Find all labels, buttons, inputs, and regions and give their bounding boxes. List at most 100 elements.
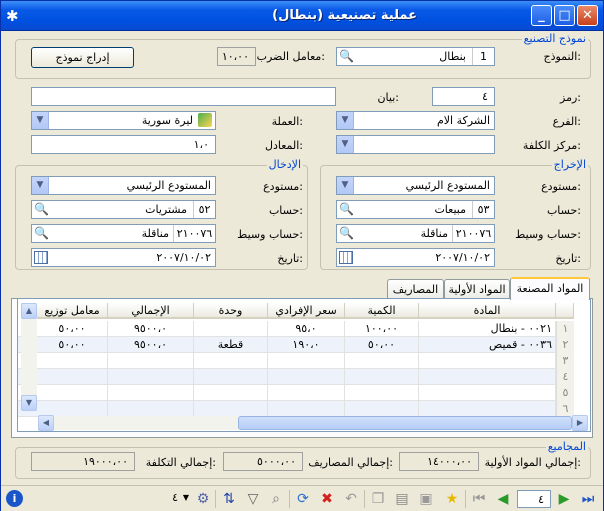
link-icon[interactable]: ⚙ (193, 489, 213, 509)
input-mid-account-field[interactable]: 🔍 مناقلة ٢١٠٠٧٦ (31, 224, 216, 243)
cell-unit[interactable]: قطعة (194, 337, 268, 353)
search-icon[interactable]: 🔍 (338, 48, 355, 65)
col-item[interactable]: المادة (419, 303, 556, 319)
cell-item[interactable] (419, 385, 556, 401)
star-icon[interactable]: ★ (442, 489, 462, 509)
currency-select[interactable]: ▼ ليرة سورية (31, 111, 216, 130)
cell-price[interactable] (268, 385, 345, 401)
filter-icon[interactable]: ▽ (243, 489, 263, 509)
cell-item[interactable] (419, 369, 556, 385)
chevron-down-icon[interactable]: ▼ (337, 177, 354, 194)
cell-qty[interactable]: ١٠٠،٠٠ (345, 321, 419, 337)
branch-select[interactable]: ▼ الشركة الام (336, 111, 495, 130)
scroll-left-icon[interactable]: ◀ (38, 415, 54, 431)
insert-template-button[interactable]: إدراج نموذج (31, 47, 134, 68)
table-row[interactable]: ٤ (18, 369, 574, 385)
col-price[interactable]: سعر الإفرادي (268, 303, 345, 319)
table-row[interactable]: ٣ (18, 353, 574, 369)
minimize-button[interactable]: _ (531, 5, 552, 26)
first-record-icon[interactable]: ⏮ (469, 489, 489, 509)
cell-price[interactable] (268, 353, 345, 369)
calendar-icon[interactable] (339, 251, 353, 264)
col-dist[interactable]: معامل توزيع (37, 303, 108, 319)
gear-icon[interactable]: ✱ (6, 7, 19, 25)
cell-dist[interactable] (37, 369, 108, 385)
cell-price[interactable] (268, 401, 345, 417)
cell-unit[interactable] (194, 321, 268, 337)
cell-unit[interactable] (194, 401, 268, 417)
cell-dist[interactable] (37, 353, 108, 369)
cell-dist[interactable]: ٥٠،٠٠ (37, 337, 108, 353)
cell-item[interactable]: ٠٠٣٦ - قميص (419, 337, 556, 353)
cell-item[interactable]: ٠٠٢١ - بنطال (419, 321, 556, 337)
calendar-icon[interactable] (34, 251, 48, 264)
cell-total[interactable]: ٩٥٠٠،٠ (108, 321, 194, 337)
chevron-down-icon[interactable]: ▼ (32, 177, 49, 194)
vertical-scrollbar[interactable]: ▲ ▼ (21, 303, 37, 411)
output-warehouse-select[interactable]: ▼ المستودع الرئيسي (336, 176, 495, 195)
table-row[interactable]: ٦ (18, 401, 574, 417)
output-date-field[interactable]: ٢٠٠٧/١٠/٠٢ (336, 248, 495, 267)
cell-total[interactable]: ٩٥٠٠،٠ (108, 337, 194, 353)
maximize-button[interactable]: □ (554, 5, 575, 26)
tab-manufactured[interactable]: المواد المصنعة (510, 277, 590, 300)
next-record-icon[interactable]: ▶ (554, 489, 574, 509)
undo-icon[interactable]: ↶ (341, 489, 361, 509)
chevron-down-icon[interactable]: ▼ (32, 112, 49, 129)
scroll-up-icon[interactable]: ▲ (21, 303, 37, 319)
info-icon[interactable]: i (6, 490, 23, 507)
tab-expenses[interactable]: المصاريف (387, 279, 444, 299)
chevron-down-icon[interactable]: ▼ (337, 136, 354, 153)
cell-qty[interactable] (345, 369, 419, 385)
cell-price[interactable] (268, 369, 345, 385)
cell-total[interactable] (108, 385, 194, 401)
scroll-thumb[interactable] (238, 416, 572, 430)
sort-icon[interactable]: ⇅ (219, 489, 239, 509)
cell-item[interactable] (419, 353, 556, 369)
tab-raw-materials[interactable]: المواد الأولية (444, 279, 510, 299)
input-date-field[interactable]: ٢٠٠٧/١٠/٠٢ (31, 248, 216, 267)
scroll-down-icon[interactable]: ▼ (21, 395, 37, 411)
statement-field[interactable] (31, 87, 336, 106)
chevron-down-icon[interactable]: ▼ (337, 112, 354, 129)
horizontal-scrollbar[interactable]: ◀ ▶ (38, 415, 588, 431)
prev-record-icon[interactable]: ◀ (493, 489, 513, 509)
copy-icon[interactable]: ❐ (368, 489, 388, 509)
cost-center-select[interactable]: ▼ (336, 135, 495, 154)
cell-total[interactable] (108, 369, 194, 385)
multiplier-field[interactable]: ١٠،٠٠ (217, 47, 256, 66)
col-total[interactable]: الإجمالي (108, 303, 194, 319)
cell-unit[interactable] (194, 369, 268, 385)
cell-qty[interactable] (345, 353, 419, 369)
search-icon[interactable]: 🔍 (33, 225, 50, 242)
cell-dist[interactable]: ٥٠،٠٠ (37, 321, 108, 337)
refresh-icon[interactable]: ⟳ (293, 489, 313, 509)
cell-unit[interactable] (194, 385, 268, 401)
cell-unit[interactable] (194, 353, 268, 369)
cell-qty[interactable]: ٥٠،٠٠ (345, 337, 419, 353)
cell-total[interactable] (108, 353, 194, 369)
cell-price[interactable]: ١٩٠،٠ (268, 337, 345, 353)
find-icon[interactable]: ⌕ (266, 489, 286, 509)
input-warehouse-select[interactable]: ▼ المستودع الرئيسي (31, 176, 216, 195)
cell-item[interactable] (419, 401, 556, 417)
table-row[interactable]: ٥٠،٠٠ ٩٥٠٠،٠ قطعة ١٩٠،٠ ٥٠،٠٠ ٠٠٣٦ - قميص ٢ (18, 337, 574, 353)
close-button[interactable]: ✕ (577, 5, 598, 26)
save-icon[interactable]: ▣ (416, 489, 436, 509)
last-record-icon[interactable]: ⏭ (578, 489, 598, 509)
scroll-right-icon[interactable]: ▶ (572, 415, 588, 431)
search-icon[interactable]: 🔍 (338, 225, 355, 242)
cell-qty[interactable] (345, 385, 419, 401)
delete-icon[interactable]: ✖ (317, 489, 337, 509)
rate-field[interactable]: ١،٠ (31, 135, 216, 154)
search-icon[interactable]: 🔍 (33, 201, 50, 218)
table-row[interactable]: ٥٠،٠٠ ٩٥٠٠،٠ ٩٥،٠ ١٠٠،٠٠ ٠٠٢١ - بنطال ١ (18, 321, 574, 337)
input-account-field[interactable]: 🔍 مشتريات ٥٢ (31, 200, 216, 219)
model-field[interactable]: 🔍 بنطال 1 (336, 47, 495, 66)
table-row[interactable]: ٥ (18, 385, 574, 401)
cell-price[interactable]: ٩٥،٠ (268, 321, 345, 337)
paste-icon[interactable]: ▤ (392, 489, 412, 509)
cell-total[interactable] (108, 401, 194, 417)
col-qty[interactable]: الكمية (345, 303, 419, 319)
col-unit[interactable]: وحدة (194, 303, 268, 319)
